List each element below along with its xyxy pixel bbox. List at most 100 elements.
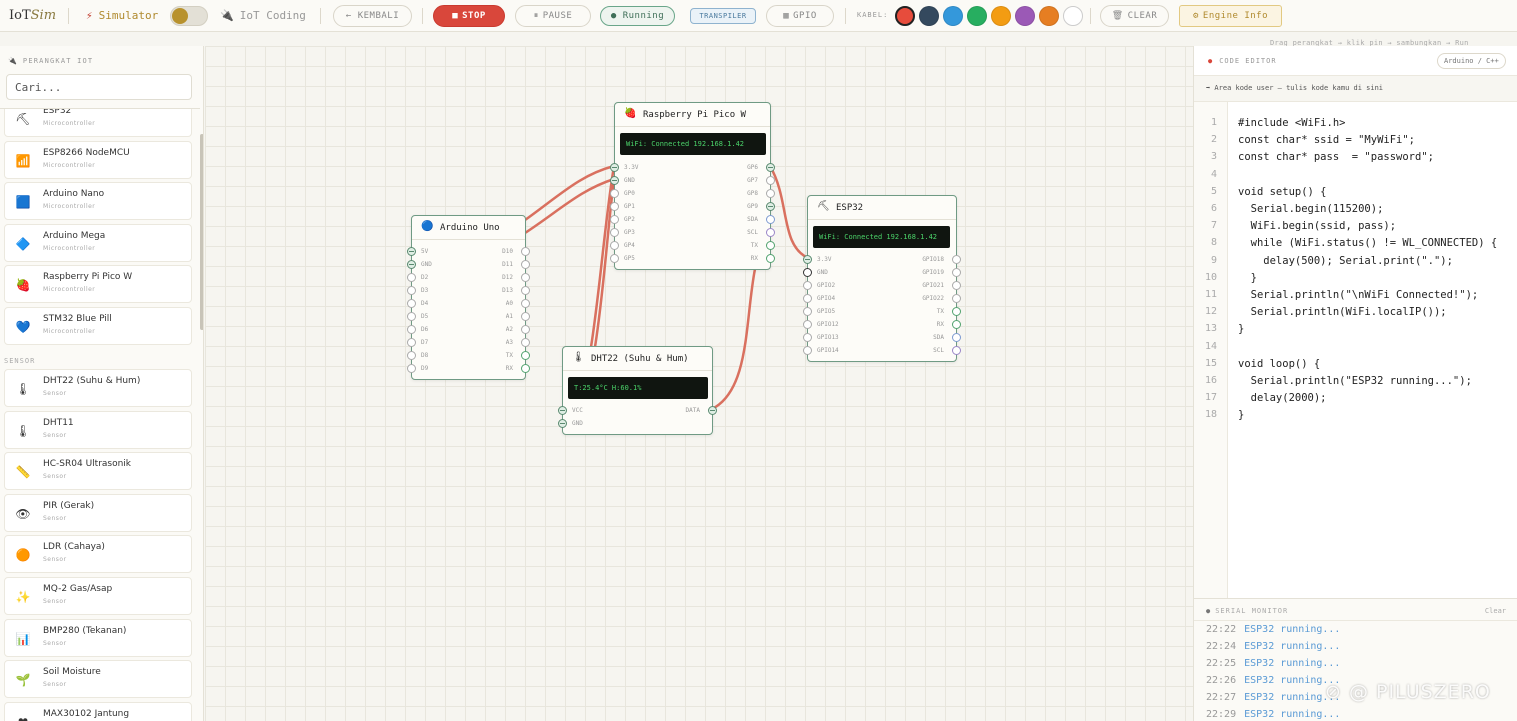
language-badge[interactable]: Arduino / C++ xyxy=(1437,53,1506,69)
wire-color-swatch[interactable] xyxy=(1039,6,1059,26)
code-line[interactable]: Serial.println("ESP32 running..."); xyxy=(1238,375,1472,387)
wire-color-swatch[interactable] xyxy=(895,6,915,26)
pin-d5[interactable] xyxy=(407,312,416,321)
engine-info-button[interactable]: ⚙ Engine Info xyxy=(1179,5,1282,27)
wire-color-swatch[interactable] xyxy=(1063,6,1083,26)
device-raspberry-pi-pico-w[interactable]: 🍓 Raspberry Pi Pico W WiFi: Connected 192… xyxy=(610,102,775,270)
sidebar-device-item[interactable]: 💙 STM32 Blue Pill Microcontroller xyxy=(4,307,192,345)
sidebar-device-item[interactable]: 📊 BMP280 (Tekanan) Sensor xyxy=(4,618,192,657)
device-header[interactable]: ⛏ ESP32 xyxy=(808,196,956,220)
pin-gpio5[interactable] xyxy=(803,307,812,316)
pin-gnd[interactable] xyxy=(558,419,567,428)
code-line[interactable]: const char* ssid = "MyWiFi"; xyxy=(1238,134,1415,146)
device-esp32[interactable]: ⛏ ESP32 WiFi: Connected 192.168.1.42 3.3V… xyxy=(803,195,961,362)
pin-gnd[interactable] xyxy=(610,176,619,185)
pin-gnd[interactable] xyxy=(407,260,416,269)
device-search-input[interactable] xyxy=(6,74,192,100)
code-line[interactable]: Serial.begin(115200); xyxy=(1238,203,1384,215)
gpio-button[interactable]: ▦ GPIO xyxy=(766,5,834,27)
stop-button[interactable]: ■ STOP xyxy=(433,5,505,27)
pin-d2[interactable] xyxy=(407,273,416,282)
wire-color-swatch[interactable] xyxy=(967,6,987,26)
pin-rx[interactable] xyxy=(766,254,775,263)
sidebar-device-item[interactable]: 🌱 Soil Moisture Sensor xyxy=(4,660,192,699)
pin-sda[interactable] xyxy=(952,333,961,342)
sidebar-device-item[interactable]: 🔷 Arduino Mega Microcontroller xyxy=(4,223,192,262)
pin-gpio4[interactable] xyxy=(803,294,812,303)
code-line[interactable]: void setup() { xyxy=(1238,186,1327,198)
device-header[interactable]: 🔵 Arduino Uno xyxy=(412,216,525,240)
pin-a3[interactable] xyxy=(521,338,530,347)
code-line[interactable]: #include <WiFi.h> xyxy=(1238,117,1345,129)
pin-gnd[interactable] xyxy=(803,268,812,277)
pin-d9[interactable] xyxy=(407,364,416,373)
device-dht22[interactable]: 🌡 DHT22 (Suhu & Hum) T:25.4°C H:60.1% VCC… xyxy=(558,346,717,435)
transpiler-badge[interactable]: TRANSPILER xyxy=(690,8,756,24)
code-line[interactable]: WiFi.begin(ssid, pass); xyxy=(1238,220,1396,232)
pin-gp6[interactable] xyxy=(766,163,775,172)
back-button[interactable]: ← KEMBALI xyxy=(333,5,412,27)
pin-tx[interactable] xyxy=(952,307,961,316)
sidebar-device-item[interactable]: 📶 ESP8266 NodeMCU Microcontroller xyxy=(4,140,192,179)
wire-color-swatch[interactable] xyxy=(1015,6,1035,26)
pin-d6[interactable] xyxy=(407,325,416,334)
pin-d4[interactable] xyxy=(407,299,416,308)
sidebar-scrollbar[interactable] xyxy=(200,134,203,330)
sidebar-device-item[interactable]: ⛏ ESP32 Microcontroller xyxy=(4,109,192,137)
pin-gpio18[interactable] xyxy=(952,255,961,264)
code-line[interactable]: void loop() { xyxy=(1238,358,1320,370)
pause-button[interactable]: ⏸ PAUSE xyxy=(515,5,591,27)
pin-scl[interactable] xyxy=(766,228,775,237)
pin-gpio19[interactable] xyxy=(952,268,961,277)
sidebar-device-item[interactable]: ✨ MQ-2 Gas/Asap Sensor xyxy=(4,577,192,615)
pin-gpio14[interactable] xyxy=(803,346,812,355)
pin-gp9[interactable] xyxy=(766,202,775,211)
sidebar-device-item[interactable]: 🌡 DHT11 Sensor xyxy=(4,410,192,449)
pin-d11[interactable] xyxy=(521,260,530,269)
device-header[interactable]: 🌡 DHT22 (Suhu & Hum) xyxy=(563,347,712,371)
code-line[interactable]: delay(2000); xyxy=(1238,392,1327,404)
pin-vcc[interactable] xyxy=(558,406,567,415)
pin-gpio13[interactable] xyxy=(803,333,812,342)
sidebar-device-item[interactable]: 👁 PIR (Gerak) Sensor xyxy=(4,493,192,532)
pin-d8[interactable] xyxy=(407,351,416,360)
mode-iot-coding[interactable]: 🔌 IoT Coding xyxy=(220,9,306,22)
sidebar-device-item[interactable]: 🌡 DHT22 (Suhu & Hum) Sensor xyxy=(4,369,192,407)
pin-a0[interactable] xyxy=(521,299,530,308)
pin-gp3[interactable] xyxy=(610,228,619,237)
code-line[interactable]: } xyxy=(1238,272,1257,284)
code-line[interactable]: while (WiFi.status() != WL_CONNECTED) { xyxy=(1238,237,1498,249)
pin-gpio21[interactable] xyxy=(952,281,961,290)
code-line[interactable]: } xyxy=(1238,323,1244,335)
code-line[interactable]: const char* pass = "password"; xyxy=(1238,151,1434,163)
wire-color-swatch[interactable] xyxy=(943,6,963,26)
pin-gpio2[interactable] xyxy=(803,281,812,290)
pin-gp2[interactable] xyxy=(610,215,619,224)
pin-tx[interactable] xyxy=(521,351,530,360)
pin-33v[interactable] xyxy=(803,255,812,264)
pin-gp5[interactable] xyxy=(610,254,619,263)
code-line[interactable]: delay(500); Serial.print("."); xyxy=(1238,255,1453,267)
mode-toggle[interactable] xyxy=(170,6,208,26)
device-arduino-uno[interactable]: 🔵 Arduino Uno 5V GND D2 D3 D4 D5 D6 D7 D8 D9 D10 D11… xyxy=(407,215,530,380)
device-header[interactable]: 🍓 Raspberry Pi Pico W xyxy=(615,103,770,127)
pin-a1[interactable] xyxy=(521,312,530,321)
sidebar-device-item[interactable]: 🟠 LDR (Cahaya) Sensor xyxy=(4,535,192,574)
pin-tx[interactable] xyxy=(766,241,775,250)
pin-data[interactable] xyxy=(708,406,717,415)
pin-gp0[interactable] xyxy=(610,189,619,198)
pin-scl[interactable] xyxy=(952,346,961,355)
pin-5v[interactable] xyxy=(407,247,416,256)
pin-d7[interactable] xyxy=(407,338,416,347)
pin-gpio12[interactable] xyxy=(803,320,812,329)
serial-clear-button[interactable]: Clear xyxy=(1485,607,1506,615)
pin-rx[interactable] xyxy=(521,364,530,373)
pin-gp8[interactable] xyxy=(766,189,775,198)
sidebar-device-item[interactable]: 🟦 Arduino Nano Microcontroller xyxy=(4,182,192,221)
mode-simulator[interactable]: ⚡ Simulator xyxy=(86,9,158,22)
pin-gp4[interactable] xyxy=(610,241,619,250)
pin-rx[interactable] xyxy=(952,320,961,329)
pin-d3[interactable] xyxy=(407,286,416,295)
sidebar-device-item[interactable]: ❤MAX30102 JantungSensor xyxy=(4,701,192,721)
clear-button[interactable]: 🗑 CLEAR xyxy=(1100,5,1169,27)
